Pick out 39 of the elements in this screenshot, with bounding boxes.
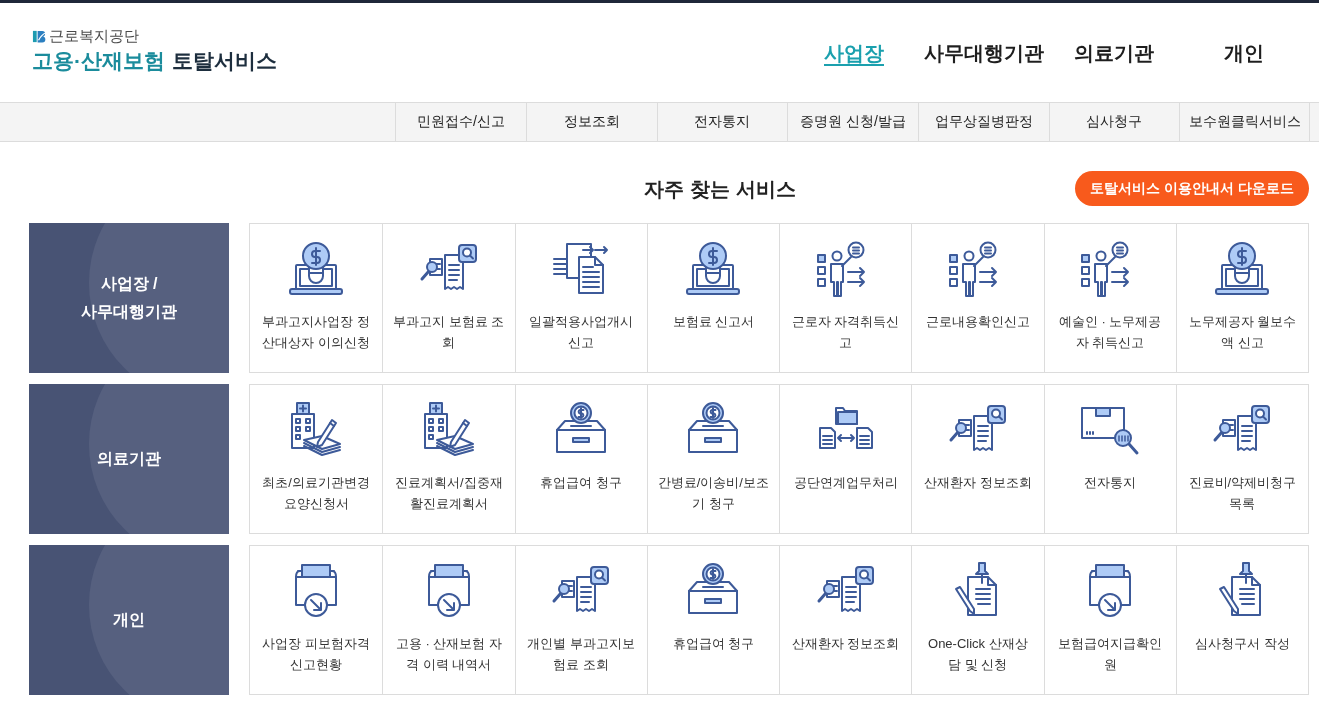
service-link[interactable]: 예술인 · 노무제공자 취득신고 bbox=[1043, 224, 1176, 372]
insurance-name: 고용·산재보험 bbox=[32, 48, 165, 74]
service-link[interactable]: 일괄적용사업개시신고 bbox=[514, 224, 647, 372]
service-link[interactable]: 근로자 자격취득신고 bbox=[779, 224, 912, 372]
service-link[interactable]: 휴업급여 청구 bbox=[514, 385, 647, 533]
section-title: 자주 찾는 서비스 bbox=[644, 176, 796, 202]
service-link[interactable]: One-Click 산재상담 및 신청 bbox=[911, 546, 1044, 694]
service-link[interactable]: 보험급여지급확인원 bbox=[1043, 546, 1176, 694]
service-link[interactable]: 전자통지 bbox=[1043, 385, 1176, 533]
service-link[interactable]: 근로내용확인신고 bbox=[911, 224, 1044, 372]
menu-item[interactable]: 심사청구 bbox=[1048, 103, 1180, 141]
service-link[interactable]: 진료비/약제비청구목록 bbox=[1175, 385, 1308, 533]
nav-tab[interactable]: 개인 bbox=[1179, 38, 1309, 67]
service-link[interactable]: 심사청구서 작성 bbox=[1175, 546, 1308, 694]
service-link[interactable]: 부과고지사업장 정산대상자 이의신청 bbox=[250, 224, 383, 372]
menu-item[interactable]: 정보조회 bbox=[525, 103, 657, 141]
logo-icon bbox=[32, 28, 47, 44]
service-link[interactable]: 개인별 부과고지보험료 조회 bbox=[514, 546, 647, 694]
service-link[interactable]: 휴업급여 청구 bbox=[646, 546, 779, 694]
org-name: 근로복지공단 bbox=[49, 26, 139, 46]
service-link[interactable]: 고용 · 산재보험 자격 이력 내역서 bbox=[382, 546, 515, 694]
service-link[interactable]: 산재환자 정보조회 bbox=[779, 546, 912, 694]
menu-item[interactable]: 보수원클릭서비스 bbox=[1179, 103, 1310, 141]
service-link[interactable]: 간병료/이송비/보조기 청구 bbox=[646, 385, 779, 533]
menu-item[interactable]: 업무상질병판정 bbox=[917, 103, 1049, 141]
service-link[interactable]: 사업장 피보험자격 신고현황 bbox=[250, 546, 383, 694]
menu-item[interactable]: 전자통지 bbox=[656, 103, 788, 141]
service-name: 토탈서비스 bbox=[172, 48, 277, 74]
service-link[interactable]: 노무제공자 월보수액 신고 bbox=[1175, 224, 1308, 372]
service-link[interactable]: 최초/의료기관변경 요양신청서 bbox=[250, 385, 383, 533]
nav-tab[interactable]: 의료기관 bbox=[1049, 38, 1179, 67]
service-link[interactable]: 공단연계업무처리 bbox=[779, 385, 912, 533]
service-link[interactable]: 산재환자 정보조회 bbox=[911, 385, 1044, 533]
service-link[interactable]: 보험료 신고서 bbox=[646, 224, 779, 372]
nav-tab[interactable]: 사무대행기관 bbox=[919, 38, 1049, 67]
service-link[interactable]: 부과고지 보험료 조회 bbox=[382, 224, 515, 372]
menu-item[interactable]: 증명원 신청/발급 bbox=[787, 103, 918, 141]
service-link[interactable]: 진료계획서/집중재활진료계획서 bbox=[382, 385, 515, 533]
menu-item[interactable]: 민원접수/신고 bbox=[395, 103, 526, 141]
